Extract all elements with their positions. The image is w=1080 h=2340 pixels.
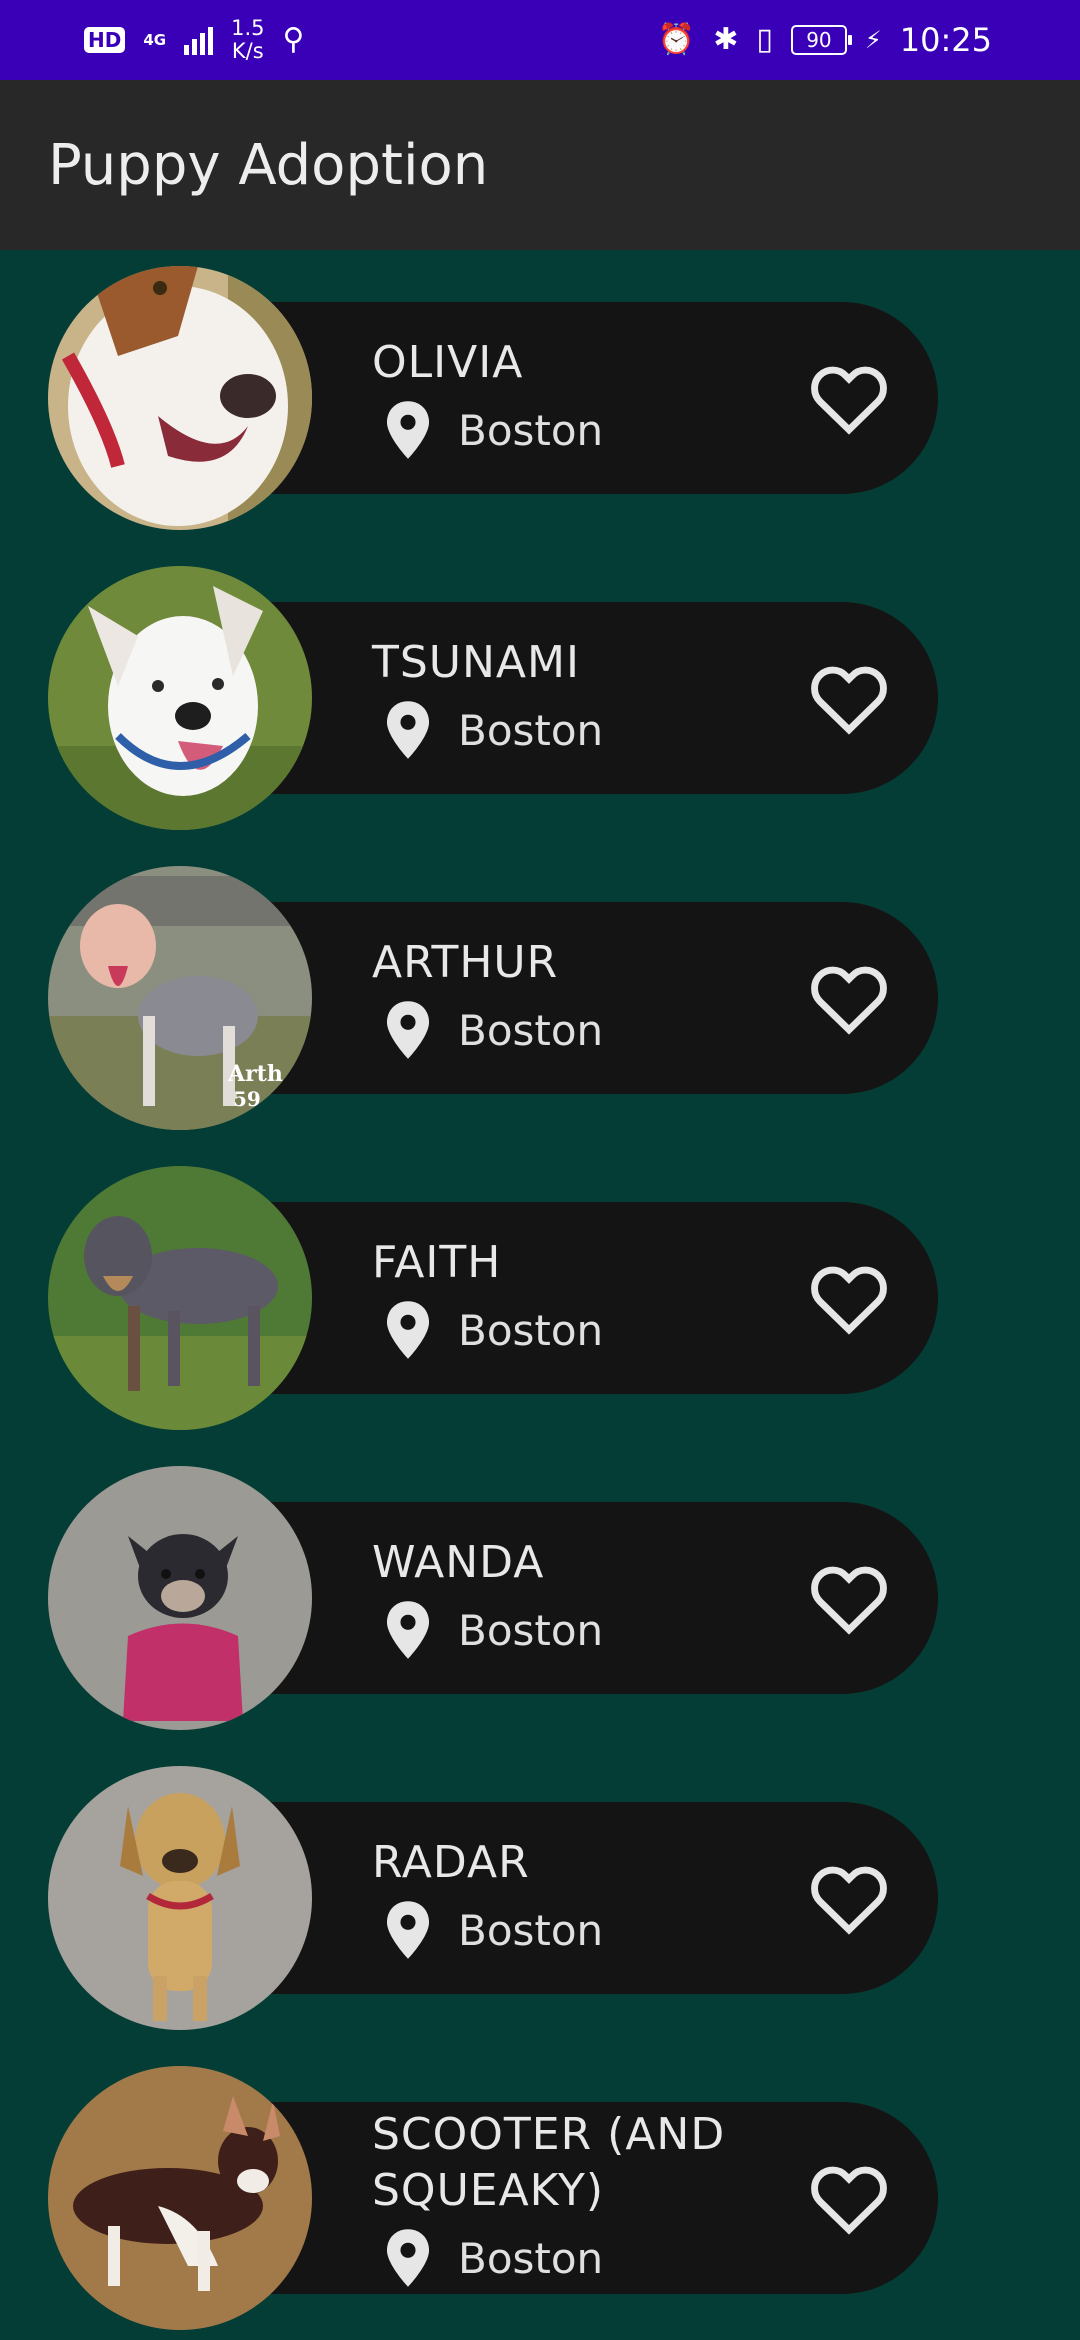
favorite-button[interactable] xyxy=(804,1552,894,1642)
puppy-name: ARTHUR xyxy=(372,937,559,988)
puppy-name: OLIVIA xyxy=(372,337,524,388)
heart-outline-icon xyxy=(811,966,887,1035)
puppy-location: Boston xyxy=(372,1899,812,1961)
location-pin-icon xyxy=(386,1601,430,1659)
heart-outline-icon xyxy=(811,1266,887,1335)
puppy-photo xyxy=(48,266,312,530)
puppy-location: Boston xyxy=(372,1599,812,1661)
puppy-info: TSUNAMI Boston xyxy=(372,602,812,794)
puppy-location: Boston xyxy=(372,2227,812,2289)
puppy-location: Boston xyxy=(372,999,812,1061)
puppy-location: Boston xyxy=(372,1299,812,1361)
puppy-card[interactable]: FAITH Boston xyxy=(48,1166,938,1430)
status-left: HD 4G 1.5 K/s ⚲ xyxy=(84,17,304,63)
favorite-button[interactable] xyxy=(804,952,894,1042)
puppy-card[interactable]: WANDA Boston xyxy=(48,1466,938,1730)
location-text: Boston xyxy=(458,1605,604,1655)
status-right: ⏰ ✱ ▯ 90 ⚡ 10:25 xyxy=(658,21,992,59)
alarm-icon: ⏰ xyxy=(657,22,696,57)
network-type: 4G xyxy=(143,30,167,49)
puppy-name: TSUNAMI xyxy=(372,637,580,688)
location-pin-icon xyxy=(386,1901,430,1959)
charging-icon: ⚡ xyxy=(864,26,882,54)
puppy-photo xyxy=(48,2066,312,2330)
puppy-name: SCOOTER (AND SQUEAKY) xyxy=(372,2109,726,2216)
network-speed: 1.5 K/s xyxy=(231,16,265,63)
heart-outline-icon xyxy=(811,1566,887,1635)
usb-icon: ⚲ xyxy=(282,22,305,57)
heart-outline-icon xyxy=(811,366,887,435)
puppy-location: Boston xyxy=(372,399,812,461)
puppy-card[interactable]: OLIVIA Boston xyxy=(48,266,938,530)
clock: 10:25 xyxy=(899,21,992,59)
puppy-info: WANDA Boston xyxy=(372,1502,812,1694)
heart-outline-icon xyxy=(811,2166,887,2235)
vibrate-icon: ▯ xyxy=(756,22,773,57)
favorite-button[interactable] xyxy=(804,652,894,742)
puppy-name: RADAR xyxy=(372,1837,530,1888)
location-pin-icon xyxy=(386,401,430,459)
location-pin-icon xyxy=(386,1001,430,1059)
puppy-info: RADAR Boston xyxy=(372,1802,812,1994)
bluetooth-icon: ✱ xyxy=(713,22,739,57)
puppy-card[interactable]: RADAR Boston xyxy=(48,1766,938,2030)
puppy-photo xyxy=(48,1166,312,1430)
signal-icon xyxy=(184,25,214,55)
puppy-photo: Arth 59 xyxy=(48,866,312,1130)
location-pin-icon xyxy=(386,1301,430,1359)
favorite-button[interactable] xyxy=(804,352,894,442)
favorite-button[interactable] xyxy=(804,1252,894,1342)
location-text: Boston xyxy=(458,705,604,755)
puppy-info: SCOOTER (AND SQUEAKY) Boston xyxy=(372,2102,812,2294)
puppy-photo xyxy=(48,566,312,830)
puppy-photo xyxy=(48,1466,312,1730)
puppy-info: FAITH Boston xyxy=(372,1202,812,1394)
heart-outline-icon xyxy=(811,1866,887,1935)
location-text: Boston xyxy=(458,405,604,455)
puppy-info: ARTHUR Boston xyxy=(372,902,812,1094)
puppy-card[interactable]: Arth 59 ARTHUR Boston xyxy=(48,866,938,1130)
location-text: Boston xyxy=(458,1905,604,1955)
svg-text:59: 59 xyxy=(233,1087,261,1111)
status-bar: HD 4G 1.5 K/s ⚲ ⏰ ✱ ▯ 90 ⚡ 10:25 xyxy=(0,0,1080,80)
puppy-card[interactable]: SCOOTER (AND SQUEAKY) Boston xyxy=(48,2066,938,2330)
location-pin-icon xyxy=(386,701,430,759)
favorite-button[interactable] xyxy=(804,1852,894,1942)
app-title: Puppy Adoption xyxy=(48,132,489,198)
battery-indicator: 90 xyxy=(790,25,852,55)
puppy-card[interactable]: TSUNAMI Boston xyxy=(48,566,938,830)
heart-outline-icon xyxy=(811,666,887,735)
favorite-button[interactable] xyxy=(804,2152,894,2242)
location-text: Boston xyxy=(458,1305,604,1355)
app-bar: Puppy Adoption xyxy=(0,80,1080,250)
puppy-name: WANDA xyxy=(372,1537,545,1588)
location-text: Boston xyxy=(458,2233,604,2283)
location-pin-icon xyxy=(386,2229,430,2287)
puppy-photo xyxy=(48,1766,312,2030)
location-text: Boston xyxy=(458,1005,604,1055)
puppy-name: FAITH xyxy=(372,1237,502,1288)
puppy-location: Boston xyxy=(372,699,812,761)
svg-text:Arth: Arth xyxy=(227,1061,283,1087)
puppy-info: OLIVIA Boston xyxy=(372,302,812,494)
hd-indicator: HD xyxy=(84,27,126,53)
